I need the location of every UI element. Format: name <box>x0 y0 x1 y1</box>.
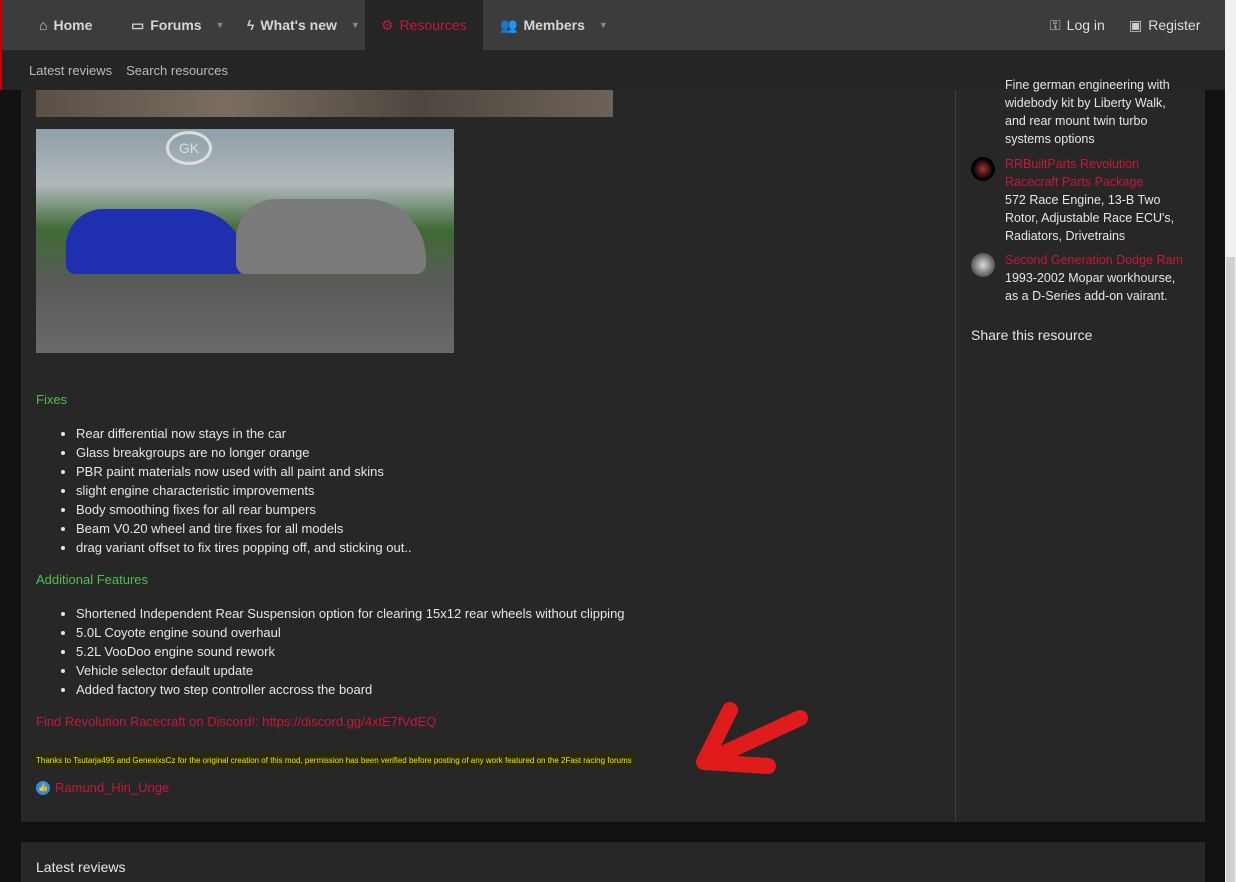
chevron-down-icon[interactable]: ▼ <box>351 20 360 30</box>
building-logo: GK <box>166 131 212 165</box>
credits-text: Thanks to Tsutarja495 and GenexixsCz for… <box>33 753 635 768</box>
red-arrow-annotation <box>696 702 808 774</box>
latest-reviews-block: Latest reviews <box>21 842 1205 882</box>
list-item: Rear differential now stays in the car <box>76 424 412 443</box>
sidebar-divider <box>955 90 956 822</box>
screenshot-image-1[interactable] <box>36 90 613 117</box>
like-icon: 👍 <box>36 780 50 795</box>
latest-reviews-heading: Latest reviews <box>36 859 126 875</box>
list-item: 5.2L VooDoo engine sound rework <box>76 642 625 661</box>
register-link[interactable]: ▣ Register <box>1129 0 1200 50</box>
reaction-user-link[interactable]: Ramund_Hin_Unge <box>55 780 169 795</box>
chevron-down-icon[interactable]: ▼ <box>599 20 608 30</box>
resource-avatar[interactable] <box>971 253 995 277</box>
subnav-latest-reviews[interactable]: Latest reviews <box>29 63 112 78</box>
nav-home[interactable]: ⌂ Home <box>39 0 92 50</box>
features-heading: Additional Features <box>36 572 149 587</box>
top-nav: ⌂ Home ▭ Forums ▼ ϟ What's new ▼ ⚙ Resources 👥… <box>0 0 1225 50</box>
discord-link[interactable]: Find Revolution Racecraft on Discord!: h… <box>36 714 436 729</box>
reaction-bar: 👍 Ramund_Hin_Unge <box>36 780 169 795</box>
share-heading: Share this resource <box>971 327 1093 343</box>
resource-title-link[interactable]: Racecraft Parts Package <box>1005 173 1195 191</box>
blue-car <box>66 209 246 274</box>
nav-resources[interactable]: ⚙ Resources <box>365 0 483 50</box>
key-icon: ⚿ <box>1050 16 1061 33</box>
nav-forums[interactable]: ▭ Forums ▼ <box>131 0 225 50</box>
members-icon: 👥 <box>500 16 518 33</box>
list-item: Glass breakgroups are no longer orange <box>76 443 412 462</box>
features-list: Shortened Independent Rear Suspension op… <box>76 604 625 699</box>
list-item: Shortened Independent Rear Suspension op… <box>76 604 625 623</box>
sidebar-resource-item: RRBuiltParts Revolution Racecraft Parts … <box>1005 155 1195 245</box>
resource-title-link[interactable]: Second Generation Dodge Ram <box>1005 251 1195 269</box>
resource-avatar[interactable] <box>971 157 995 181</box>
grey-car <box>236 199 426 274</box>
list-item: Vehicle selector default update <box>76 661 625 680</box>
forums-icon: ▭ <box>131 16 145 33</box>
list-item: Body smoothing fixes for all rear bumper… <box>76 500 412 519</box>
list-item: Added factory two step controller accros… <box>76 680 625 699</box>
nav-whats-new[interactable]: ϟ What's new ▼ <box>247 0 360 50</box>
list-item: PBR paint materials now used with all pa… <box>76 462 412 481</box>
list-item: slight engine characteristic improvement… <box>76 481 412 500</box>
resource-title-link[interactable]: RRBuiltParts Revolution <box>1005 155 1195 173</box>
subnav-search-resources[interactable]: Search resources <box>126 63 228 78</box>
bolt-icon: ϟ <box>247 17 255 33</box>
fixes-list: Rear differential now stays in the car G… <box>76 424 412 557</box>
list-item: Beam V0.20 wheel and tire fixes for all … <box>76 519 412 538</box>
resource-content: GK Fixes Rear differential now stays in … <box>21 78 1205 822</box>
fixes-heading: Fixes <box>36 392 68 407</box>
screenshot-image-2[interactable]: GK <box>36 129 454 353</box>
home-icon: ⌂ <box>39 17 48 33</box>
clipboard-icon: ▣ <box>1129 16 1143 33</box>
sidebar-resource-item: Second Generation Dodge Ram 1993-2002 Mo… <box>1005 251 1195 305</box>
list-item: drag variant offset to fix tires popping… <box>76 538 412 557</box>
gears-icon: ⚙ <box>381 16 394 33</box>
chevron-down-icon[interactable]: ▼ <box>216 20 225 30</box>
nav-members[interactable]: 👥 Members ▼ <box>500 0 608 50</box>
sidebar-partial-item: Fine german engineering with widebody ki… <box>1005 78 1170 146</box>
login-link[interactable]: ⚿ Log in <box>1050 0 1105 50</box>
list-item: 5.0L Coyote engine sound overhaul <box>76 623 625 642</box>
scrollbar-thumb[interactable] <box>1226 257 1235 882</box>
